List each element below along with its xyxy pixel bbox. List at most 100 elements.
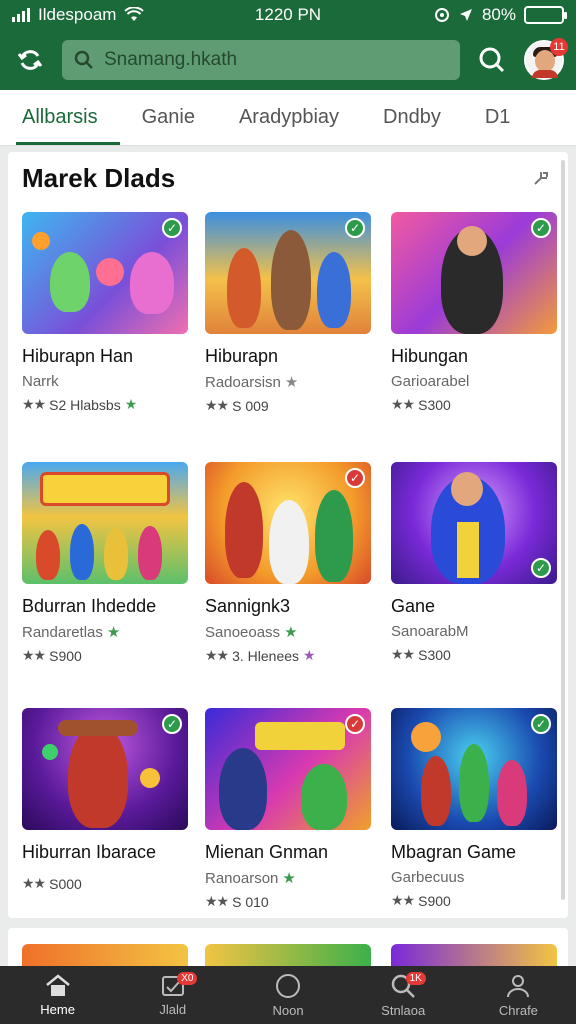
rating-stars-icon: ★★ [205, 397, 229, 413]
refresh-icon [17, 50, 43, 70]
rating-text: S900 [49, 647, 82, 664]
search-input[interactable] [104, 49, 448, 71]
installed-check-icon: ✓ [162, 714, 182, 734]
status-bar: Ildespoam 1220 PN 80% [0, 0, 576, 30]
tab-aradypbiay[interactable]: Aradypbiay [217, 90, 361, 145]
game-rating: ★★ S300 [391, 396, 557, 413]
tab-ganie[interactable]: Ganie [120, 90, 217, 145]
search-bar[interactable] [62, 40, 460, 80]
game-title: Bdurran Ihdedde [22, 596, 157, 616]
star-icon: ★ [284, 624, 298, 641]
signal-icon [12, 8, 30, 22]
star-icon: ★ [124, 396, 138, 412]
character-figure [315, 490, 353, 582]
nav-label: Jlald [159, 1001, 187, 1017]
star-icon: ★ [106, 624, 121, 641]
category-tabs: Allbarsis Ganie Aradypbiay Dndby D1 [0, 90, 576, 146]
rating-text: S 010 [232, 893, 269, 910]
rating-stars-icon: ★★ [205, 893, 229, 909]
rating-stars-icon: ★★ [391, 396, 415, 412]
home-icon [45, 973, 70, 996]
rating-stars-icon: ★★ [391, 646, 415, 662]
game-logo [40, 472, 170, 506]
game-rating: ★★ S 010 [205, 893, 371, 910]
game-rating: ★★ S300 [391, 646, 557, 663]
battery-percent: 80% [481, 5, 516, 24]
nav-home[interactable]: Heme [0, 966, 115, 1024]
rating-stars-icon: ★★ [22, 875, 46, 891]
character-figure [219, 748, 267, 830]
game-card[interactable]: ✓ Hibungan Garioarabel ★★ S300 [391, 212, 557, 413]
rating-text: 3. Hlenees [232, 647, 300, 664]
game-card[interactable]: ✓ Gane SanoarabM ★★ S300 [391, 462, 557, 663]
game-card[interactable]: ✓ Mienan Gnman Ranoarson ★ ★★ S 010 [205, 708, 371, 910]
game-thumbnail: ✓ [22, 708, 188, 830]
game-card[interactable]: ✓ Mbagran Game Garbecuus ★★ S900 [391, 708, 557, 909]
profile-icon [507, 974, 530, 997]
game-thumbnail: ✓ [205, 708, 371, 830]
nav-label: Stnlaoa [381, 1002, 426, 1018]
scrollbar[interactable] [561, 160, 565, 900]
refresh-button[interactable] [12, 42, 48, 78]
rating-text: S300 [418, 646, 451, 663]
location-icon [459, 9, 472, 21]
nav-label: Chrafe [498, 1002, 538, 1018]
installed-check-icon: ✓ [345, 218, 365, 238]
game-rating: ★★ S2 Hlabsbs ★ [22, 396, 188, 413]
avatar[interactable]: 11 [524, 38, 568, 80]
nav-library[interactable]: X0 Jlald [115, 966, 230, 1024]
game-developer: SanoarabM [391, 623, 469, 640]
character-figure [301, 764, 347, 830]
game-thumbnail: ✓ [391, 708, 557, 830]
character-face [451, 472, 483, 506]
game-developer: Garbecuus [391, 869, 465, 886]
nav-search[interactable]: 1K Stnlaoa [346, 966, 461, 1024]
avatar-notification-badge: 11 [550, 38, 568, 56]
rating-stars-icon: ★★ [205, 647, 229, 663]
tab-dndby[interactable]: Dndby [361, 90, 463, 145]
game-rating: ★★ S 009 [205, 397, 371, 414]
sync-status-icon [434, 8, 449, 22]
nav-noon[interactable]: Noon [230, 966, 345, 1024]
search-icon [479, 47, 505, 73]
game-title: Mbagran Game [391, 842, 517, 862]
character-figure [104, 528, 128, 580]
tab-d1[interactable]: D1 [463, 90, 533, 145]
game-developer: Sanoeoass ★ [205, 623, 371, 642]
developer-text: Randaretlas [22, 623, 103, 641]
character-figure [269, 500, 309, 584]
hat-shape [58, 720, 138, 736]
nav-profile[interactable]: Chrafe [461, 966, 576, 1024]
game-card[interactable]: ✓ Hiburapn Han Narrk ★★ S2 Hlabsbs ★ [22, 212, 188, 413]
game-title: Hiburapn Han [22, 346, 134, 366]
rating-text: S900 [418, 892, 451, 909]
game-thumbnail: ✓ [205, 462, 371, 584]
avatar-shirt [532, 70, 558, 78]
game-thumbnail: ✓ [391, 212, 557, 334]
battery-icon [524, 6, 567, 24]
character-figure [421, 756, 451, 826]
star-icon: ★ [303, 647, 316, 663]
collapse-icon[interactable] [532, 169, 550, 187]
installed-check-icon: ✓ [531, 558, 551, 578]
star-icon: ★ [282, 870, 296, 887]
character-figure [459, 744, 489, 822]
search-button[interactable] [474, 42, 510, 78]
tab-allbarsis[interactable]: Allbarsis [0, 90, 120, 145]
gem-shape [140, 768, 160, 788]
game-card[interactable]: Bdurran Ihdedde Randaretlas ★ ★★ S900 [22, 462, 188, 664]
game-card[interactable]: ✓ Sannignk3 Sanoeoass ★ ★★ 3. Hlenees ★ [205, 462, 371, 664]
game-title: Hibungan [391, 346, 469, 366]
character-figure [225, 482, 263, 578]
game-developer: Radoarsisn ★ [205, 373, 371, 392]
gem-shape [32, 232, 50, 250]
game-card[interactable]: ✓ Hiburapn Radoarsisn ★ ★★ S 009 [205, 212, 371, 414]
nav-badge: 1K [405, 972, 426, 985]
games-panel: Marek Dlads ✓ Hiburapn Han Narrk ★★ S2 Hl… [8, 152, 568, 918]
developer-text: Radoarsisn [205, 373, 281, 391]
game-card[interactable]: ✓ Hiburran Ibarace ★★ S000 [22, 708, 188, 892]
character-figure [138, 526, 162, 580]
rating-stars-icon: ★★ [391, 892, 415, 908]
character-figure [317, 252, 351, 328]
developer-text: Sanoeoass [205, 623, 281, 641]
